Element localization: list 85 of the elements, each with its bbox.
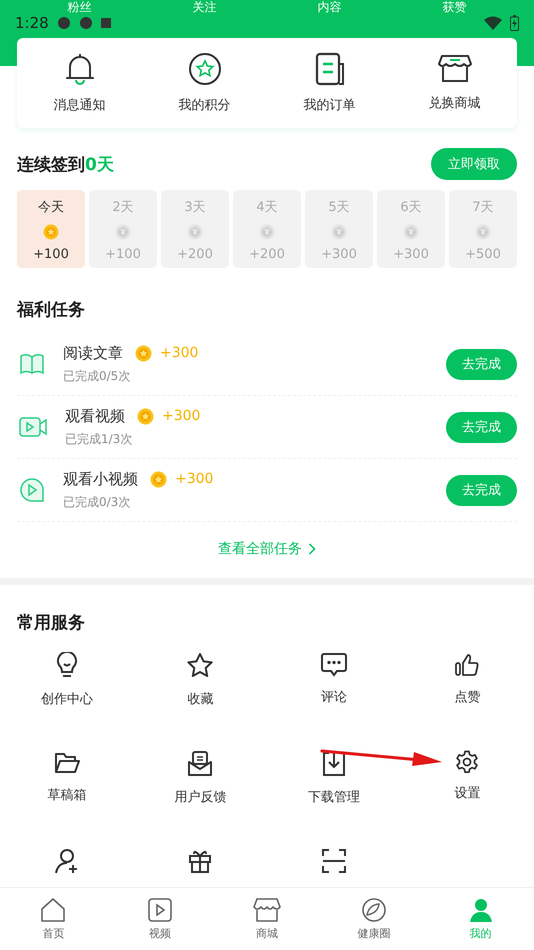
coin-icon bbox=[150, 470, 167, 488]
comment-icon bbox=[320, 652, 348, 678]
status-time: 1:28 bbox=[15, 14, 49, 32]
coin-icon bbox=[137, 408, 154, 424]
day-points: +100 bbox=[105, 247, 141, 262]
day-label: 5天 bbox=[328, 199, 350, 216]
quick-link[interactable]: 兑换商城 bbox=[428, 94, 480, 112]
gift-icon bbox=[188, 848, 212, 874]
video-camera-icon bbox=[19, 416, 47, 438]
star-icon bbox=[186, 652, 214, 680]
service-item[interactable]: 用户反馈 bbox=[174, 788, 226, 806]
day-label: 今天 bbox=[38, 199, 64, 216]
play-icon bbox=[147, 897, 174, 923]
wifi-icon bbox=[484, 16, 502, 30]
star-circle-icon bbox=[188, 52, 222, 86]
task-count-text: 已完成1/3次 bbox=[65, 430, 134, 448]
coin-icon bbox=[259, 224, 275, 240]
bell-icon bbox=[64, 52, 96, 86]
coin-icon bbox=[187, 224, 203, 240]
folder-icon bbox=[52, 750, 81, 776]
day-points: +300 bbox=[321, 247, 357, 262]
day-label: 2天 bbox=[112, 199, 134, 216]
coin-icon bbox=[115, 224, 131, 240]
quick-link[interactable]: 我的积分 bbox=[178, 96, 230, 114]
notification-icon bbox=[100, 18, 111, 28]
add-user-icon bbox=[54, 848, 80, 874]
service-item[interactable]: 点赞 bbox=[454, 688, 480, 706]
download-icon bbox=[320, 750, 347, 778]
coin-icon bbox=[43, 224, 59, 240]
stat-label: 内容 bbox=[318, 0, 342, 14]
day-label: 6天 bbox=[400, 199, 422, 216]
nav-tab[interactable]: 首页 bbox=[0, 888, 107, 950]
task-reward: +300 bbox=[162, 408, 200, 424]
service-item[interactable]: 下载管理 bbox=[308, 788, 360, 806]
signin-title: 连续签到0天 bbox=[17, 154, 114, 176]
coin-icon bbox=[331, 224, 347, 240]
quick-link[interactable]: 我的订单 bbox=[304, 96, 356, 114]
day-points: +100 bbox=[33, 247, 69, 262]
battery-icon bbox=[510, 15, 519, 31]
user-icon bbox=[468, 897, 494, 923]
services-title: 常用服务 bbox=[17, 612, 86, 634]
settings-icon bbox=[455, 750, 480, 774]
task-name: 阅读文章 bbox=[63, 344, 123, 362]
task-reward: +300 bbox=[175, 471, 214, 487]
day-label: 3天 bbox=[184, 199, 206, 216]
book-icon bbox=[19, 353, 45, 375]
service-item[interactable]: 收藏 bbox=[187, 690, 214, 708]
store-icon bbox=[438, 52, 472, 84]
day-points: +200 bbox=[249, 247, 285, 262]
nav-tab[interactable]: 商城 bbox=[214, 888, 320, 950]
scan-icon bbox=[320, 848, 347, 874]
service-item[interactable]: 设置 bbox=[454, 784, 480, 802]
coin-icon bbox=[475, 224, 491, 240]
tasks-title: 福利任务 bbox=[17, 299, 86, 321]
store-icon bbox=[252, 897, 281, 923]
notification-icon bbox=[78, 16, 93, 30]
task-reward: +300 bbox=[160, 345, 198, 361]
leaf-circle-icon bbox=[360, 897, 387, 923]
coin-icon bbox=[135, 344, 152, 362]
service-item[interactable]: 草稿箱 bbox=[47, 786, 86, 804]
document-icon bbox=[314, 52, 346, 86]
task-count-text: 已完成0/3次 bbox=[63, 494, 132, 510]
stat-label: 粉丝 bbox=[68, 0, 92, 14]
coin-icon bbox=[403, 224, 419, 240]
nav-tab[interactable]: 健康圈 bbox=[320, 888, 428, 950]
lightbulb-icon bbox=[54, 652, 79, 680]
day-label: 7天 bbox=[472, 199, 494, 216]
day-points: +500 bbox=[465, 247, 501, 262]
nav-tab[interactable]: 视频 bbox=[106, 888, 214, 950]
thumbs-up-icon bbox=[454, 652, 480, 678]
service-item[interactable]: 创作中心 bbox=[40, 690, 93, 708]
quick-link[interactable]: 消息通知 bbox=[54, 96, 106, 114]
chevron-right-icon bbox=[308, 543, 316, 555]
stat-label: 关注 bbox=[192, 0, 216, 14]
task-name: 观看小视频 bbox=[63, 470, 138, 488]
home-icon bbox=[40, 897, 66, 923]
task-count-text: 已完成0/5次 bbox=[63, 368, 132, 384]
stat-label: 获赞 bbox=[442, 0, 466, 14]
notification-icon bbox=[56, 16, 71, 30]
day-label: 4天 bbox=[256, 199, 278, 216]
mail-icon bbox=[187, 750, 214, 778]
day-points: +200 bbox=[177, 247, 213, 262]
service-item[interactable]: 评论 bbox=[320, 688, 347, 706]
day-points: +300 bbox=[393, 247, 429, 262]
task-name: 观看视频 bbox=[65, 406, 125, 426]
